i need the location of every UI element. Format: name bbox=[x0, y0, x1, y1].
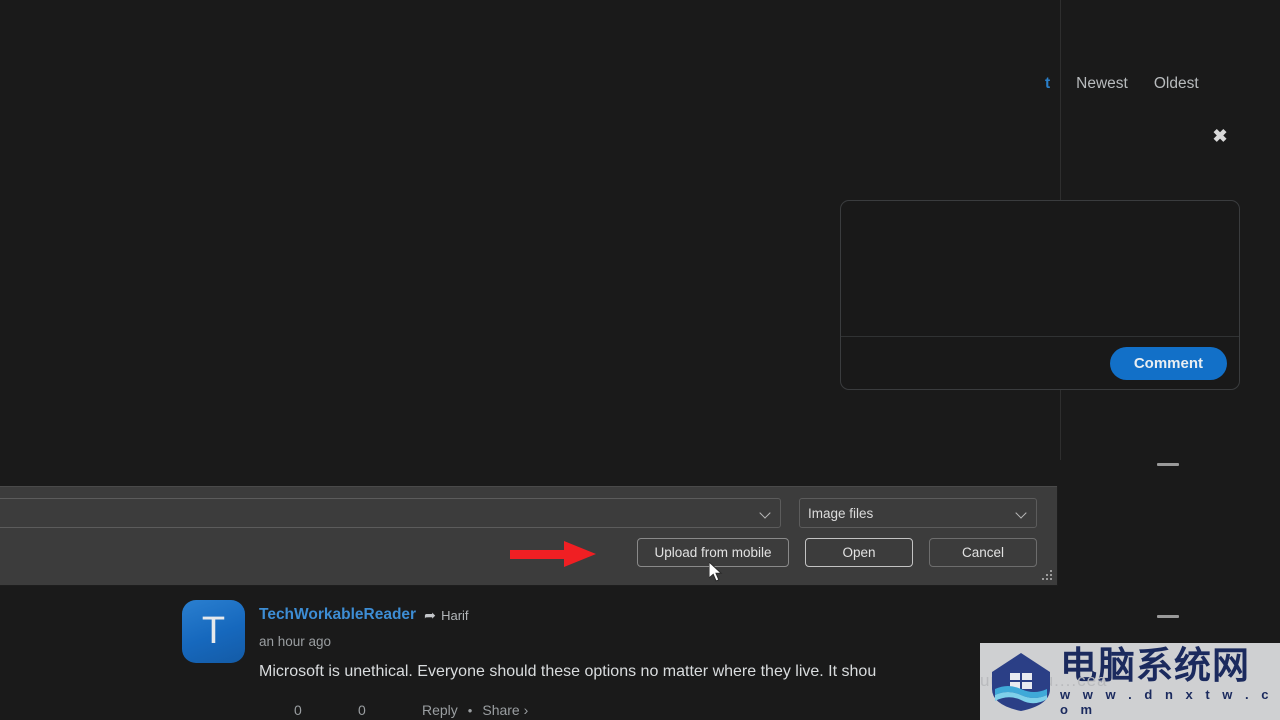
comment-submit-button[interactable]: Comment bbox=[1109, 346, 1227, 380]
action-separator: • bbox=[467, 702, 473, 718]
annotation-arrow-icon bbox=[510, 541, 596, 567]
watermark-text: 电脑系统网 w w w . d n x t w . c o m bbox=[1060, 647, 1280, 717]
dialog-top-border bbox=[0, 486, 1057, 487]
comment-author[interactable]: TechWorkableReader bbox=[259, 606, 416, 624]
avatar[interactable]: T bbox=[182, 600, 245, 663]
arrow-shaft bbox=[510, 550, 570, 559]
mouse-cursor-icon bbox=[708, 560, 725, 584]
watermark-logo-icon bbox=[988, 651, 1054, 713]
collapse-thread-icon-2[interactable] bbox=[1157, 615, 1179, 618]
share-button[interactable]: Share › bbox=[482, 702, 528, 718]
comment-textarea[interactable] bbox=[841, 201, 1239, 337]
chevron-down-icon[interactable] bbox=[760, 507, 772, 519]
comment-sort-tabs: t Newest Oldest bbox=[1045, 70, 1199, 98]
reply-button[interactable]: Reply bbox=[422, 702, 458, 718]
composer-actions: Comment bbox=[841, 337, 1239, 389]
file-chooser-dialog: Image files Upload from mobile Open Canc… bbox=[0, 486, 1058, 586]
comment-actions: 0 0 Reply • Share › bbox=[294, 702, 538, 718]
open-button[interactable]: Open bbox=[805, 538, 913, 567]
screen-root: t Newest Oldest ✖ Comment T TechWorkable… bbox=[0, 0, 1280, 720]
chevron-down-icon[interactable] bbox=[1016, 507, 1028, 519]
comment-page-background: t Newest Oldest ✖ Comment T TechWorkable… bbox=[0, 0, 1280, 720]
comment-item: T TechWorkableReader ➦ Harif an hour ago… bbox=[182, 598, 1082, 720]
sort-tab-newest[interactable]: Newest bbox=[1076, 75, 1128, 93]
reply-arrow-icon: ➦ bbox=[424, 606, 436, 623]
resize-grip-icon[interactable] bbox=[1042, 570, 1053, 581]
filetype-value: Image files bbox=[808, 505, 874, 521]
reply-target-name[interactable]: Harif bbox=[441, 608, 468, 623]
watermark-url: w w w . d n x t w . c o m bbox=[1060, 686, 1273, 717]
dialog-button-row: Upload from mobile Open Cancel bbox=[637, 538, 1037, 567]
close-icon[interactable]: ✖ bbox=[1210, 126, 1230, 146]
comment-timestamp: an hour ago bbox=[259, 634, 332, 649]
comment-composer: Comment bbox=[840, 200, 1240, 390]
filename-combobox[interactable] bbox=[0, 498, 781, 528]
watermark: uuue.a.u....cea 电脑系统网 w w w . d n x t w … bbox=[980, 643, 1280, 720]
collapse-thread-icon-1[interactable] bbox=[1157, 463, 1179, 466]
comment-body: Microsoft is unethical. Everyone should … bbox=[259, 663, 877, 680]
watermark-brand: 电脑系统网 bbox=[1060, 643, 1250, 687]
sort-tab-oldest[interactable]: Oldest bbox=[1154, 75, 1199, 93]
comment-header: TechWorkableReader ➦ Harif bbox=[259, 606, 469, 624]
reply-target: ➦ Harif bbox=[424, 608, 468, 623]
dialog-name-row: Image files bbox=[0, 498, 1037, 528]
filetype-combobox[interactable]: Image files bbox=[799, 498, 1037, 528]
arrow-head bbox=[564, 541, 596, 567]
sort-tab-best[interactable]: t bbox=[1045, 75, 1050, 93]
upvote-count[interactable]: 0 bbox=[294, 702, 358, 718]
downvote-count[interactable]: 0 bbox=[358, 702, 422, 718]
cancel-button[interactable]: Cancel bbox=[929, 538, 1037, 567]
